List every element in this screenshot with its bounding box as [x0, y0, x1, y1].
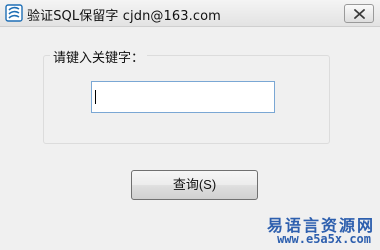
site-watermark: 易语言资源网 www.e5a5x.com	[257, 212, 375, 248]
text-caret	[95, 90, 96, 104]
close-icon	[354, 9, 365, 19]
window-title: 验证SQL保留字 cjdn@163.com	[27, 9, 221, 24]
keyword-input[interactable]	[91, 81, 275, 113]
close-button[interactable]	[344, 4, 374, 23]
title-bar[interactable]: 验证SQL保留字 cjdn@163.com	[0, 0, 380, 27]
search-button[interactable]: 查询(S)	[131, 170, 258, 200]
watermark-url: www.e5a5x.com	[277, 232, 371, 246]
app-icon	[5, 4, 23, 22]
keyword-group-label: 请键入关键字：	[50, 47, 148, 66]
